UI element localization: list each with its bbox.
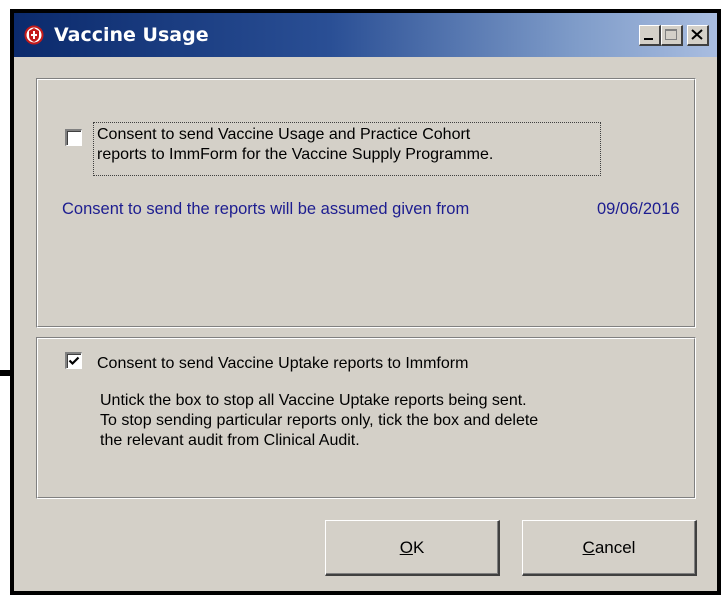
maximize-button[interactable] <box>661 25 683 46</box>
checkmark-icon <box>68 356 80 366</box>
close-button[interactable] <box>687 25 709 46</box>
ok-button[interactable]: OK <box>325 520 500 576</box>
close-icon <box>691 29 703 40</box>
cancel-mnemonic: C <box>582 538 595 557</box>
minimize-button[interactable] <box>639 25 661 46</box>
title-bar[interactable]: Vaccine Usage <box>14 13 717 57</box>
uptake-help-line1: Untick the box to stop all Vaccine Uptak… <box>100 392 527 409</box>
assumed-consent-date: 09/06/2016 <box>597 200 680 218</box>
assumed-consent-label: Consent to send the reports will be assu… <box>62 200 470 218</box>
maximize-icon <box>665 29 677 40</box>
vaccine-usage-dialog: Vaccine Usage Consent to send Vaccine Us… <box>10 9 721 595</box>
window-title: Vaccine Usage <box>54 24 209 46</box>
uptake-help-line2: To stop sending particular reports only,… <box>100 412 539 429</box>
cancel-button[interactable]: Cancel <box>522 520 697 576</box>
usage-consent-label-line1[interactable]: Consent to send Vaccine Usage and Practi… <box>97 125 470 145</box>
usage-consent-group: Consent to send Vaccine Usage and Practi… <box>36 78 696 328</box>
cancel-label-rest: ancel <box>594 538 636 557</box>
usage-consent-label-line2[interactable]: reports to ImmForm for the Vaccine Suppl… <box>97 145 493 165</box>
usage-consent-checkbox[interactable] <box>65 129 82 146</box>
uptake-consent-group: Consent to send Vaccine Uptake reports t… <box>36 337 696 499</box>
uptake-consent-label[interactable]: Consent to send Vaccine Uptake reports t… <box>97 354 468 374</box>
uptake-help-line3: the relevant audit from Clinical Audit. <box>100 432 360 449</box>
ok-label-rest: K <box>412 538 425 557</box>
ok-mnemonic: O <box>399 538 413 557</box>
focus-rectangle <box>93 122 601 176</box>
uptake-consent-checkbox[interactable] <box>65 352 82 369</box>
minimize-icon <box>644 38 653 40</box>
app-shield-icon <box>24 25 44 45</box>
